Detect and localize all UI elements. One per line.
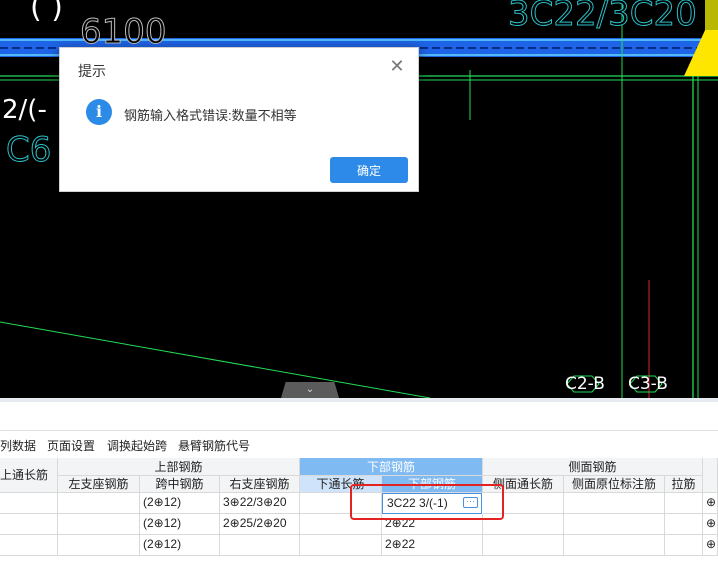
toolbar-cantilever-code[interactable]: 悬臂钢筋代号 bbox=[178, 437, 250, 454]
collapse-panel-tab[interactable]: ⌄ bbox=[281, 382, 339, 398]
table-row-cell[interactable] bbox=[58, 514, 140, 535]
dialog-title: 提示 bbox=[78, 63, 106, 79]
table-row-cell[interactable]: 3⊕22/3⊕20 bbox=[220, 493, 300, 514]
table-row-cell[interactable] bbox=[300, 535, 382, 556]
table-row-cell[interactable] bbox=[483, 535, 564, 556]
table-row-cell[interactable]: ⊕ bbox=[703, 493, 718, 514]
table-row-cell[interactable] bbox=[564, 535, 665, 556]
toolbar-column-data[interactable]: 列数据 bbox=[0, 437, 36, 454]
alert-dialog: 提示 ✕ i 钢筋输入格式错误:数量不相等 确定 bbox=[59, 47, 419, 192]
col-header-right-support[interactable]: 右支座钢筋 bbox=[220, 476, 300, 493]
highlight-annotation bbox=[350, 484, 504, 520]
table-row-cell[interactable] bbox=[220, 535, 300, 556]
toolbar-swap-start-span[interactable]: 调换起始跨 bbox=[107, 437, 167, 454]
axis-label-c3b: C3-B bbox=[628, 374, 668, 394]
table-row-cell[interactable] bbox=[58, 493, 140, 514]
ok-button[interactable]: 确定 bbox=[330, 157, 408, 183]
table-row-cell[interactable] bbox=[564, 514, 665, 535]
table-row-cell[interactable]: (2⊕12) bbox=[140, 535, 220, 556]
cad-left-rebar: C6 bbox=[5, 130, 52, 171]
table-row-cell[interactable] bbox=[58, 535, 140, 556]
col-header-top-through[interactable]: 上通长筋 bbox=[0, 458, 58, 493]
group-header-side: 侧面钢筋 bbox=[483, 458, 703, 476]
table-row-cell[interactable] bbox=[564, 493, 665, 514]
group-header-bottom: 下部钢筋 bbox=[300, 458, 483, 476]
table-row-cell[interactable]: ⊕ bbox=[703, 535, 718, 556]
table-row-cell[interactable]: (2⊕12) bbox=[140, 514, 220, 535]
table-row-cell[interactable]: 2⊕25/2⊕20 bbox=[220, 514, 300, 535]
table-row-cell[interactable] bbox=[665, 514, 703, 535]
info-icon: i bbox=[86, 99, 112, 125]
cad-left-label: 2/(- bbox=[2, 95, 47, 125]
close-icon[interactable]: ✕ bbox=[388, 57, 406, 75]
axis-label-c2b: C2-B bbox=[565, 374, 605, 394]
table-row-cell[interactable] bbox=[665, 493, 703, 514]
table-row-cell[interactable] bbox=[0, 493, 58, 514]
grid-toolbar bbox=[0, 402, 718, 431]
table-row-cell[interactable]: 2⊕22 bbox=[382, 535, 483, 556]
toolbar-page-setup[interactable]: 页面设置 bbox=[47, 437, 95, 454]
table-row-cell[interactable]: ⊕ bbox=[703, 514, 718, 535]
cad-paren-text: ( ) bbox=[30, 0, 63, 25]
cad-rebar-text: 3C22/3C20 bbox=[508, 0, 698, 35]
col-header-extra bbox=[703, 458, 718, 493]
dialog-message: 钢筋输入格式错误:数量不相等 bbox=[124, 108, 297, 123]
col-header-mid-span[interactable]: 跨中钢筋 bbox=[140, 476, 220, 493]
cad-dimension-text: 6100 bbox=[80, 12, 168, 53]
group-header-top: 上部钢筋 bbox=[58, 458, 300, 476]
col-header-tie[interactable]: 拉筋 bbox=[665, 476, 703, 493]
chevron-down-icon: ⌄ bbox=[305, 384, 315, 395]
col-header-side-inplace[interactable]: 侧面原位标注筋 bbox=[564, 476, 665, 493]
table-row-cell[interactable] bbox=[0, 514, 58, 535]
col-header-left-support[interactable]: 左支座钢筋 bbox=[58, 476, 140, 493]
table-row-cell[interactable] bbox=[0, 535, 58, 556]
table-row-cell[interactable]: (2⊕12) bbox=[140, 493, 220, 514]
table-row-cell[interactable] bbox=[665, 535, 703, 556]
